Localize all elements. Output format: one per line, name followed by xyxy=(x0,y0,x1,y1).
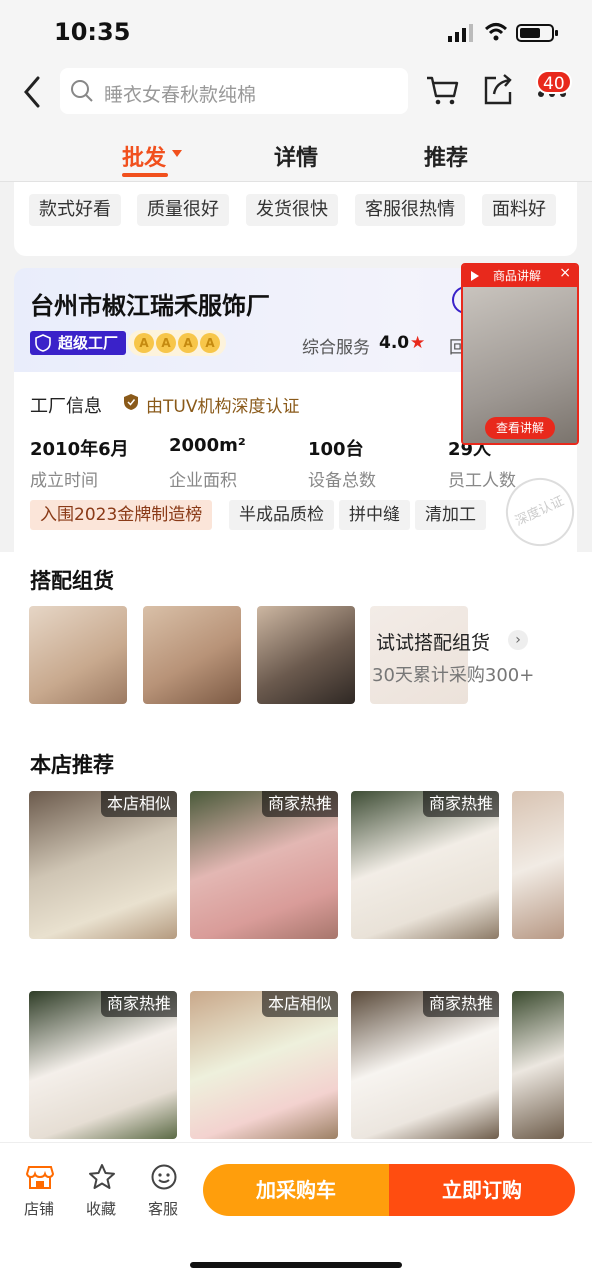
product-label: 商家热推 xyxy=(422,791,499,817)
battery-icon xyxy=(516,24,558,42)
product-card[interactable]: 商家热推 xyxy=(351,991,499,1139)
stat-label: 成立时间 xyxy=(30,471,98,491)
product-card[interactable]: 商家热推 xyxy=(29,991,177,1139)
product-card[interactable]: 本店相似 xyxy=(29,791,177,939)
purchase-count: 30天累计采购300+ xyxy=(372,665,535,686)
rating-a-icon: A xyxy=(200,333,220,353)
highlight-tag: 清加工 xyxy=(415,500,486,530)
cart-count-badge: 40 xyxy=(536,70,572,94)
tab-active-indicator xyxy=(122,173,168,177)
tab-wholesale[interactable]: 批发 xyxy=(122,140,166,172)
cellular-signal-icon xyxy=(448,24,473,42)
super-factory-badge: 超级工厂 xyxy=(30,331,127,355)
product-card[interactable]: 商家热推 xyxy=(190,791,338,939)
review-tag[interactable]: 面料好 xyxy=(482,194,556,226)
service-score: 4.0 xyxy=(379,333,410,353)
review-tag[interactable]: 客服很热情 xyxy=(355,194,465,226)
video-title-text: 商品讲解 xyxy=(493,269,542,283)
product-label: 本店相似 xyxy=(261,991,338,1017)
stat-value: 2000m² xyxy=(169,435,246,456)
buy-now-button[interactable]: 立即订购 xyxy=(389,1164,575,1216)
product-card[interactable]: 商家热推 xyxy=(351,791,499,939)
stat-value: 2010年6月 xyxy=(30,439,129,460)
back-arrow-icon[interactable] xyxy=(20,74,44,110)
rating-a-icon: A xyxy=(156,333,176,353)
search-placeholder: 睡衣女春秋款纯棉 xyxy=(104,84,257,106)
highlight-tag: 入围2023金牌制造榜 xyxy=(30,500,213,530)
shop-icon[interactable] xyxy=(26,1163,54,1191)
recommend-title: 本店推荐 xyxy=(30,753,114,777)
super-factory-label: 超级工厂 xyxy=(58,334,119,352)
share-icon[interactable] xyxy=(480,72,516,108)
rating-a-icon: A xyxy=(178,333,198,353)
rating-badges: A A A A xyxy=(128,330,226,356)
try-bundle-link[interactable]: 试试搭配组货 xyxy=(376,628,490,655)
stat-label: 设备总数 xyxy=(308,471,376,491)
cart-icon[interactable] xyxy=(424,72,460,108)
product-label: 商家热推 xyxy=(422,991,499,1017)
bundle-more-image[interactable] xyxy=(370,606,468,704)
home-indicator xyxy=(190,1262,402,1268)
tab-details[interactable]: 详情 xyxy=(274,140,318,172)
product-label: 商家热推 xyxy=(100,991,177,1017)
dropdown-caret-icon[interactable] xyxy=(172,150,182,157)
product-label: 商家热推 xyxy=(261,791,338,817)
tab-recommend[interactable]: 推荐 xyxy=(424,140,468,172)
shield-icon xyxy=(35,334,51,352)
rating-a-icon: A xyxy=(134,333,154,353)
product-card[interactable] xyxy=(512,991,564,1139)
favorite-label[interactable]: 收藏 xyxy=(86,1198,116,1219)
highlight-tag: 半成品质检 xyxy=(229,500,334,530)
factory-name[interactable]: 台州市椒江瑞禾服饰厂 xyxy=(30,286,270,321)
chevron-right-icon[interactable]: › xyxy=(508,630,528,650)
play-icon xyxy=(471,271,479,281)
product-card[interactable] xyxy=(512,791,564,939)
bundle-product-image[interactable] xyxy=(143,606,241,704)
highlight-tag: 拼中缝 xyxy=(339,500,410,530)
product-label: 本店相似 xyxy=(100,791,177,817)
stat-label: 员工人数 xyxy=(448,471,516,491)
review-tag[interactable]: 款式好看 xyxy=(29,194,121,226)
stat-label: 企业面积 xyxy=(169,471,237,491)
review-tag[interactable]: 发货很快 xyxy=(246,194,338,226)
search-bar[interactable]: 睡衣女春秋款纯棉 xyxy=(60,68,408,114)
view-explanation-button[interactable]: 查看讲解 xyxy=(485,417,555,439)
search-icon xyxy=(71,80,93,102)
product-card[interactable]: 本店相似 xyxy=(190,991,338,1139)
bundle-product-image[interactable] xyxy=(29,606,127,704)
review-tag[interactable]: 质量很好 xyxy=(137,194,229,226)
shield-check-icon xyxy=(124,394,138,410)
add-to-cart-button[interactable]: 加采购车 xyxy=(203,1164,389,1216)
stat-value: 100台 xyxy=(308,439,364,460)
bundle-title: 搭配组货 xyxy=(30,569,114,593)
certification-text: 由TUV机构深度认证 xyxy=(146,397,300,417)
wifi-icon xyxy=(484,23,508,41)
shop-label[interactable]: 店铺 xyxy=(24,1198,54,1219)
bundle-product-image[interactable] xyxy=(257,606,355,704)
customer-service-icon[interactable] xyxy=(150,1163,178,1191)
service-label[interactable]: 客服 xyxy=(148,1198,178,1219)
factory-info-label: 工厂信息 xyxy=(30,396,102,417)
status-time: 10:35 xyxy=(54,18,131,46)
service-label: 综合服务 xyxy=(302,338,370,358)
star-icon: ★ xyxy=(410,333,426,353)
close-icon[interactable]: × xyxy=(559,265,571,281)
product-video-widget[interactable]: 商品讲解 × 查看讲解 xyxy=(461,263,579,445)
star-icon[interactable] xyxy=(88,1163,116,1191)
